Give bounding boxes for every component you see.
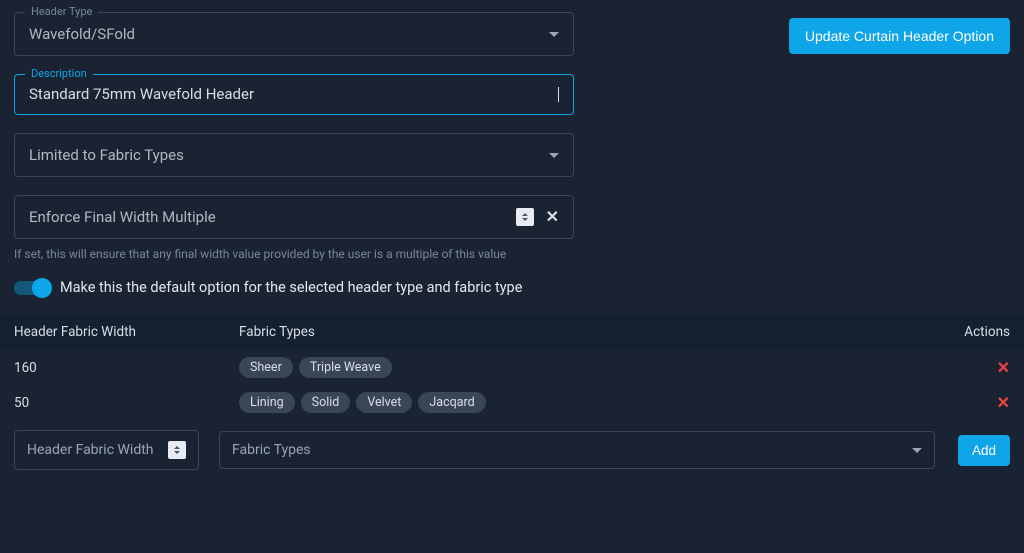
action-column: Update Curtain Header Option — [594, 12, 1010, 54]
description-value: Standard 75mm Wavefold Header — [29, 87, 559, 102]
header-type-select[interactable]: Header Type Wavefold/SFold — [14, 12, 574, 56]
fabric-types-input[interactable]: Fabric Types — [219, 431, 935, 469]
toggle-knob — [32, 278, 52, 298]
stepper-icon[interactable] — [516, 208, 534, 226]
clear-icon[interactable]: ✕ — [546, 209, 559, 225]
header-fabric-width-input[interactable]: Header Fabric Width — [14, 430, 199, 470]
enforce-width-label: Enforce Final Width Multiple — [29, 208, 516, 226]
table-row: 50Lining SolidVelvet Jacqard ✕ — [0, 385, 1024, 420]
delete-row-icon[interactable]: ✕ — [997, 393, 1010, 412]
chevron-down-icon — [912, 448, 922, 453]
row-actions: ✕ — [940, 358, 1010, 377]
chevron-down-icon — [549, 153, 559, 158]
form-section: Header Type Wavefold/SFold Description S… — [0, 0, 1024, 314]
row-types: Sheer Triple Weave — [239, 357, 940, 378]
table-header: Header Fabric Width Fabric Types Actions — [0, 314, 1024, 350]
fabric-type-chip: Triple Weave — [299, 357, 392, 378]
row-types: Lining SolidVelvet Jacqard — [239, 392, 940, 413]
default-toggle-row: Make this the default option for the sel… — [14, 279, 574, 296]
enforce-helper-text: If set, this will ensure that any final … — [14, 247, 574, 261]
row-width-value: 50 — [14, 395, 239, 411]
add-button[interactable]: Add — [958, 435, 1010, 466]
fabric-type-chip: Sheer — [239, 357, 293, 378]
col-header-width: Header Fabric Width — [14, 324, 239, 340]
row-actions: ✕ — [940, 393, 1010, 412]
update-button[interactable]: Update Curtain Header Option — [789, 18, 1010, 54]
width-input-placeholder: Header Fabric Width — [27, 442, 168, 458]
description-label: Description — [25, 67, 93, 80]
fabric-type-chip: Lining — [239, 392, 295, 413]
header-type-label: Header Type — [25, 5, 98, 18]
fabric-type-chip: Jacqard — [418, 392, 485, 413]
delete-row-icon[interactable]: ✕ — [997, 358, 1010, 377]
types-input-placeholder: Fabric Types — [232, 442, 912, 458]
default-toggle[interactable] — [14, 281, 48, 295]
row-width-value: 160 — [14, 360, 239, 376]
table-body: 160Sheer Triple Weave ✕ 50Lining SolidVelvet… — [0, 350, 1024, 420]
table-row: 160Sheer Triple Weave ✕ — [0, 350, 1024, 385]
fabric-type-chip: Solid — [301, 392, 351, 413]
col-header-actions: Actions — [940, 324, 1010, 340]
col-header-types: Fabric Types — [239, 324, 940, 340]
fabric-types-label: Limited to Fabric Types — [29, 146, 549, 164]
table-input-row: Header Fabric Width Fabric Types Add — [0, 420, 1024, 480]
header-type-value: Wavefold/SFold — [29, 25, 549, 43]
description-input[interactable]: Description Standard 75mm Wavefold Heade… — [14, 74, 574, 115]
form-column: Header Type Wavefold/SFold Description S… — [14, 12, 574, 296]
table-section: Header Fabric Width Fabric Types Actions… — [0, 314, 1024, 480]
default-toggle-label: Make this the default option for the sel… — [60, 279, 522, 296]
fabric-types-select[interactable]: Limited to Fabric Types — [14, 133, 574, 177]
enforce-width-input[interactable]: Enforce Final Width Multiple ✕ — [14, 195, 574, 239]
fabric-type-chip: Velvet — [356, 392, 412, 413]
chevron-down-icon — [549, 32, 559, 37]
stepper-icon[interactable] — [168, 441, 186, 459]
